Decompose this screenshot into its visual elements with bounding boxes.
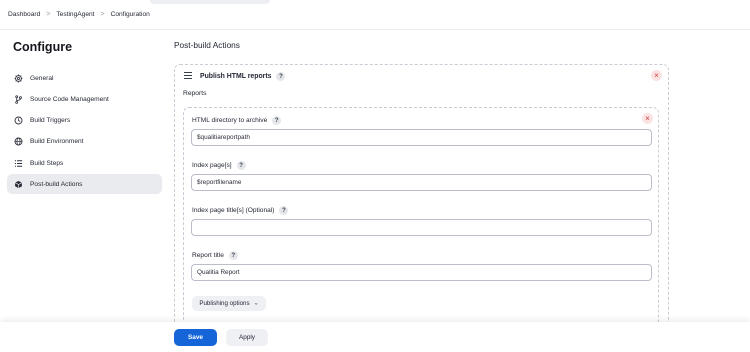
delete-report-button[interactable]: × bbox=[642, 113, 653, 124]
sidebar-item-general[interactable]: General bbox=[7, 68, 162, 88]
help-icon[interactable]: ? bbox=[228, 251, 238, 260]
save-button[interactable]: Save bbox=[174, 329, 217, 346]
publishing-options-label: Publishing options bbox=[199, 300, 250, 307]
breadcrumb-testingagent[interactable]: TestingAgent bbox=[56, 11, 94, 18]
drag-handle-icon[interactable] bbox=[184, 72, 192, 80]
branch-icon bbox=[13, 94, 24, 105]
top-bar-tab-shadow bbox=[150, 0, 270, 4]
bottom-action-bar bbox=[0, 322, 750, 352]
report-title-input[interactable] bbox=[191, 264, 652, 281]
sidebar-item-source-code-management[interactable]: Source Code Management bbox=[7, 89, 162, 109]
index-pages-label: Index page[s] ? bbox=[192, 161, 246, 170]
chevron-down-icon: ⌄ bbox=[253, 301, 259, 307]
sidebar-item-build-steps[interactable]: Build Steps bbox=[7, 153, 162, 173]
reports-label: Reports bbox=[183, 90, 207, 97]
list-icon bbox=[13, 158, 24, 169]
help-icon[interactable]: ? bbox=[279, 206, 289, 215]
breadcrumb-separator: > bbox=[100, 11, 105, 18]
publisher-title: Publish HTML reports bbox=[200, 73, 272, 80]
publishing-options-button[interactable]: Publishing options ⌄ bbox=[192, 296, 266, 311]
sidebar-item-post-build-actions[interactable]: Post-build Actions bbox=[7, 174, 162, 195]
top-bar: Dashboard > TestingAgent > Configuration bbox=[0, 0, 750, 30]
breadcrumb-dashboard[interactable]: Dashboard bbox=[8, 11, 40, 18]
report-title-label: Report title ? bbox=[192, 251, 238, 260]
index-pages-input[interactable] bbox=[191, 174, 652, 191]
sidebar-item-label: Source Code Management bbox=[30, 95, 109, 103]
page-title: Configure bbox=[13, 40, 73, 54]
sidebar-item-build-environment[interactable]: Build Environment bbox=[7, 132, 162, 152]
sidebar-nav: General Source Code Management Build Tri… bbox=[7, 68, 162, 196]
help-icon[interactable]: ? bbox=[272, 116, 282, 125]
section-title: Post-build Actions bbox=[174, 40, 240, 50]
breadcrumb: Dashboard > TestingAgent > Configuration bbox=[8, 11, 150, 18]
sidebar-item-label: Build Environment bbox=[30, 138, 84, 146]
sidebar-item-label: Build Steps bbox=[30, 159, 64, 167]
sidebar-item-label: General bbox=[30, 74, 54, 82]
sidebar-item-label: Build Triggers bbox=[30, 117, 71, 125]
index-page-titles-label: Index page title[s] (Optional) ? bbox=[192, 206, 289, 215]
sidebar-item-build-triggers[interactable]: Build Triggers bbox=[7, 111, 162, 131]
help-icon[interactable]: ? bbox=[236, 161, 246, 170]
breadcrumb-configuration[interactable]: Configuration bbox=[111, 11, 150, 18]
globe-icon bbox=[13, 136, 24, 147]
html-directory-label: HTML directory to archive ? bbox=[192, 116, 282, 125]
index-page-titles-input[interactable] bbox=[191, 219, 652, 236]
gear-icon bbox=[13, 73, 24, 84]
clock-icon bbox=[13, 115, 24, 126]
cube-icon bbox=[13, 179, 24, 190]
publisher-heading: Publish HTML reports ? bbox=[200, 72, 286, 81]
apply-button[interactable]: Apply bbox=[226, 329, 268, 346]
breadcrumb-separator: > bbox=[46, 11, 51, 18]
delete-publisher-button[interactable]: × bbox=[651, 70, 662, 81]
html-directory-input[interactable] bbox=[191, 129, 652, 146]
help-icon[interactable]: ? bbox=[276, 72, 286, 81]
sidebar-item-label: Post-build Actions bbox=[30, 180, 83, 188]
